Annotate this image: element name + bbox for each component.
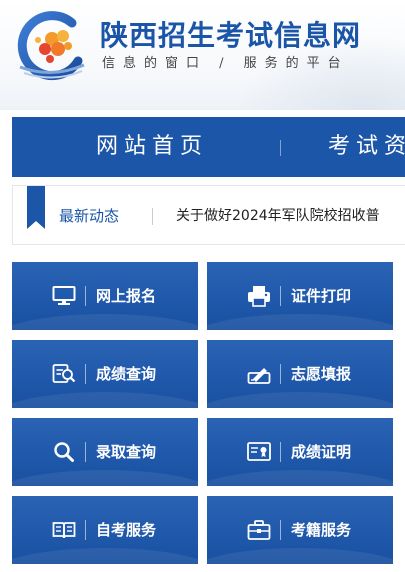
service-application-fill-button[interactable]: 志愿填报: [207, 340, 393, 408]
tile-label: 录取查询: [96, 443, 157, 461]
tile-divider: [85, 286, 86, 306]
tile-divider: [280, 442, 281, 462]
edit-form-icon: [247, 368, 271, 384]
nav-item-home[interactable]: 网站首页: [96, 117, 208, 177]
tile-label: 志愿填报: [291, 365, 352, 383]
nav-divider: [280, 140, 281, 156]
site-header: 陕西招生考试信息网 信息的窗口 / 服务的平台: [0, 0, 405, 110]
service-admission-query-button[interactable]: 录取查询: [12, 418, 198, 486]
news-label: 最新动态: [59, 207, 120, 225]
tile-divider: [280, 364, 281, 384]
tile-label: 成绩证明: [291, 443, 352, 461]
site-title[interactable]: 陕西招生考试信息网: [100, 14, 361, 54]
tile-label: 证件打印: [291, 287, 352, 305]
score-search-icon: [52, 364, 76, 383]
tile-divider: [280, 286, 281, 306]
tile-label: 考籍服务: [291, 521, 352, 539]
book-icon: [52, 522, 76, 539]
certificate-icon: [247, 442, 271, 461]
service-print-certificate-button[interactable]: 证件打印: [207, 262, 393, 330]
tile-divider: [85, 442, 86, 462]
printer-icon: [248, 286, 270, 307]
tile-label: 网上报名: [96, 287, 157, 305]
service-self-study-button[interactable]: 自考服务: [12, 496, 198, 564]
service-score-query-button[interactable]: 成绩查询: [12, 340, 198, 408]
tile-divider: [280, 520, 281, 540]
news-headline-link[interactable]: 关于做好2024年军队院校招收普: [176, 186, 380, 244]
tile-label: 成绩查询: [96, 365, 157, 383]
service-online-registration-button[interactable]: 网上报名: [12, 262, 198, 330]
service-score-certificate-button[interactable]: 成绩证明: [207, 418, 393, 486]
main-nav: 网站首页 考试资: [12, 117, 405, 177]
bookmark-icon: [27, 186, 45, 229]
news-ticker: 最新动态 关于做好2024年军队院校招收普: [12, 185, 405, 245]
news-divider: [152, 208, 153, 225]
tile-divider: [85, 520, 86, 540]
briefcase-icon: [247, 520, 271, 540]
search-icon: [54, 442, 74, 462]
site-slogan: 信息的窗口 / 服务的平台: [102, 56, 349, 71]
tile-divider: [85, 364, 86, 384]
nav-item-exam-info[interactable]: 考试资: [328, 117, 405, 177]
site-logo[interactable]: [12, 9, 90, 87]
tile-label: 自考服务: [96, 521, 157, 539]
monitor-icon: [52, 286, 76, 305]
service-exam-records-button[interactable]: 考籍服务: [207, 496, 393, 564]
